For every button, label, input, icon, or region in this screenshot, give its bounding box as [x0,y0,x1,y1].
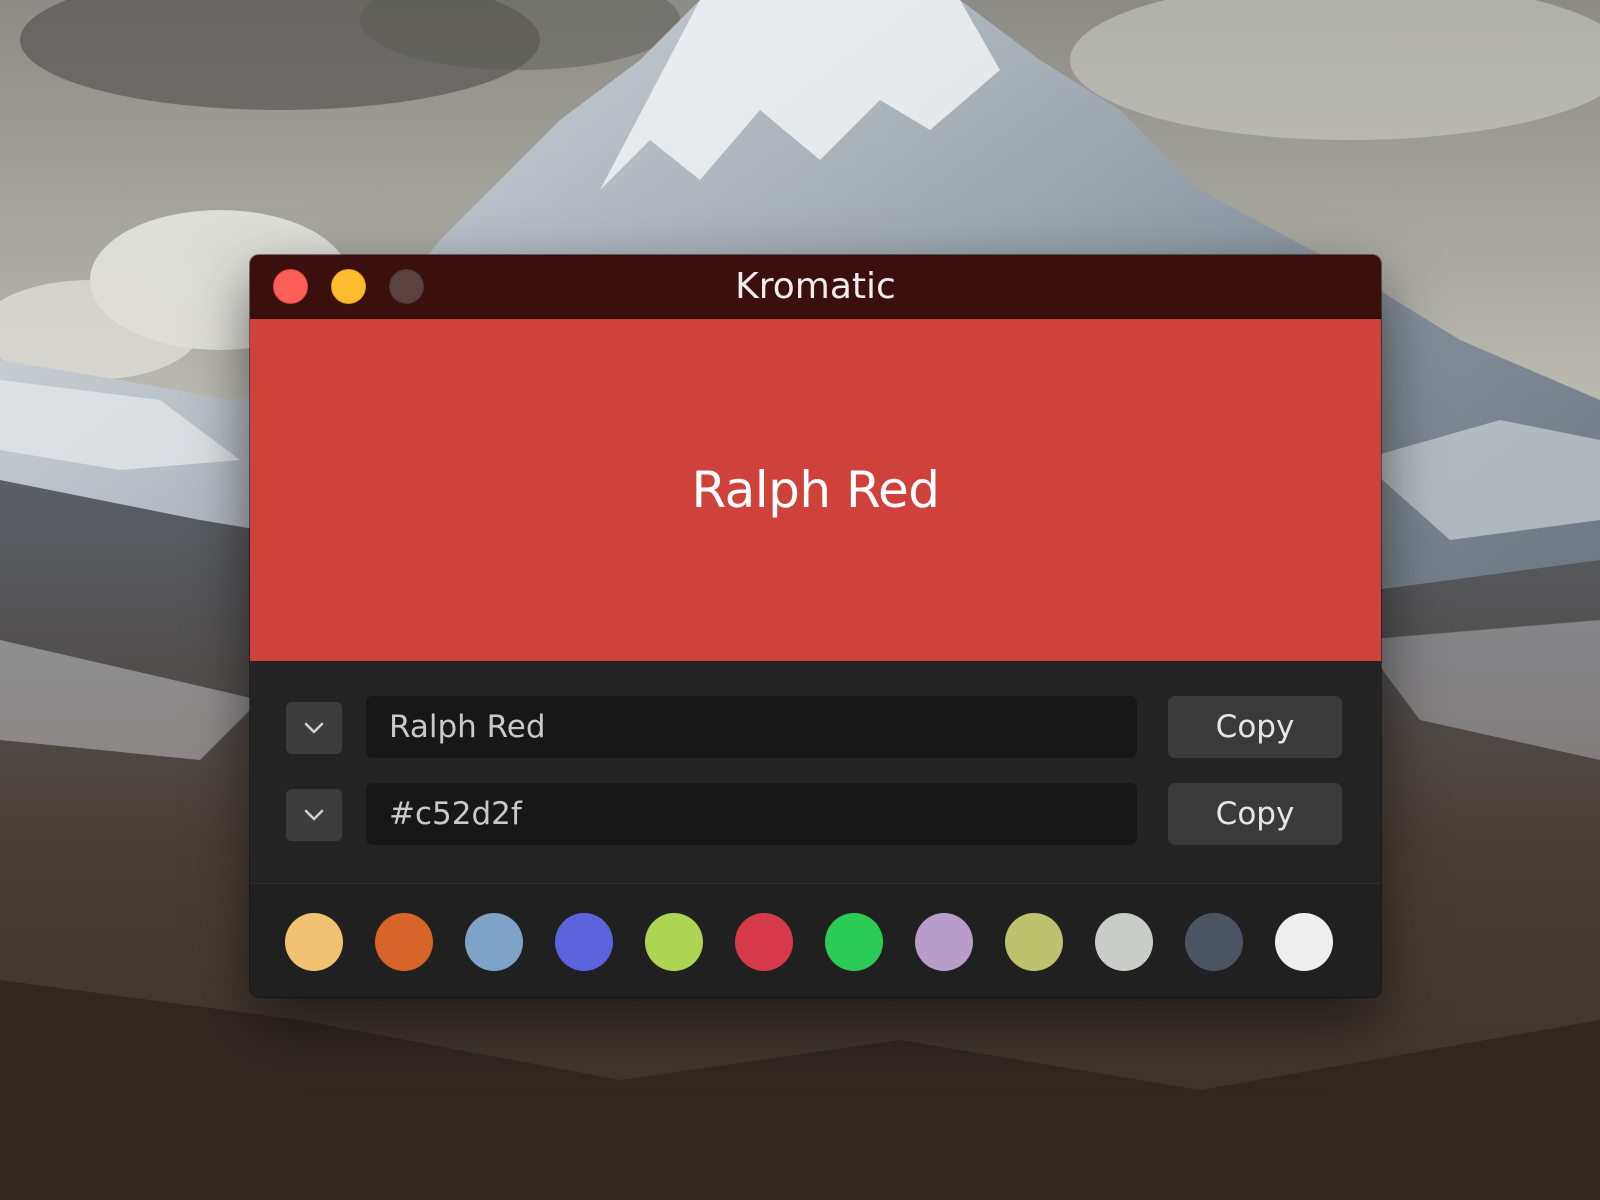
color-swatch[interactable] [1185,913,1243,971]
color-swatch[interactable] [375,913,433,971]
hex-field[interactable]: #c52d2f [366,783,1137,845]
color-swatch[interactable] [1275,913,1333,971]
chevron-down-icon [304,809,324,821]
color-preview: Ralph Red [250,319,1381,661]
color-swatch[interactable] [285,913,343,971]
color-swatch[interactable] [1005,913,1063,971]
color-swatch[interactable] [645,913,703,971]
kromatic-window: Kromatic Ralph Red Ralph Red Copy #c52d2… [250,255,1381,997]
color-swatch[interactable] [825,913,883,971]
color-swatch[interactable] [915,913,973,971]
color-name-display: Ralph Red [691,461,941,519]
color-swatch[interactable] [555,913,613,971]
color-swatch[interactable] [1095,913,1153,971]
color-swatch[interactable] [735,913,793,971]
title-bar[interactable]: Kromatic [250,255,1381,319]
window-title: Kromatic [735,266,896,307]
hex-row: #c52d2f Copy [286,783,1342,845]
chevron-down-icon [304,722,324,734]
copy-name-button[interactable]: Copy [1168,696,1342,758]
color-fields: Ralph Red Copy #c52d2f Copy [250,661,1381,884]
hex-format-dropdown[interactable] [286,789,342,841]
name-row: Ralph Red Copy [286,696,1342,758]
copy-hex-button[interactable]: Copy [1168,783,1342,845]
name-format-dropdown[interactable] [286,702,342,754]
name-field[interactable]: Ralph Red [366,696,1137,758]
color-swatch[interactable] [465,913,523,971]
color-palette [250,884,1381,997]
